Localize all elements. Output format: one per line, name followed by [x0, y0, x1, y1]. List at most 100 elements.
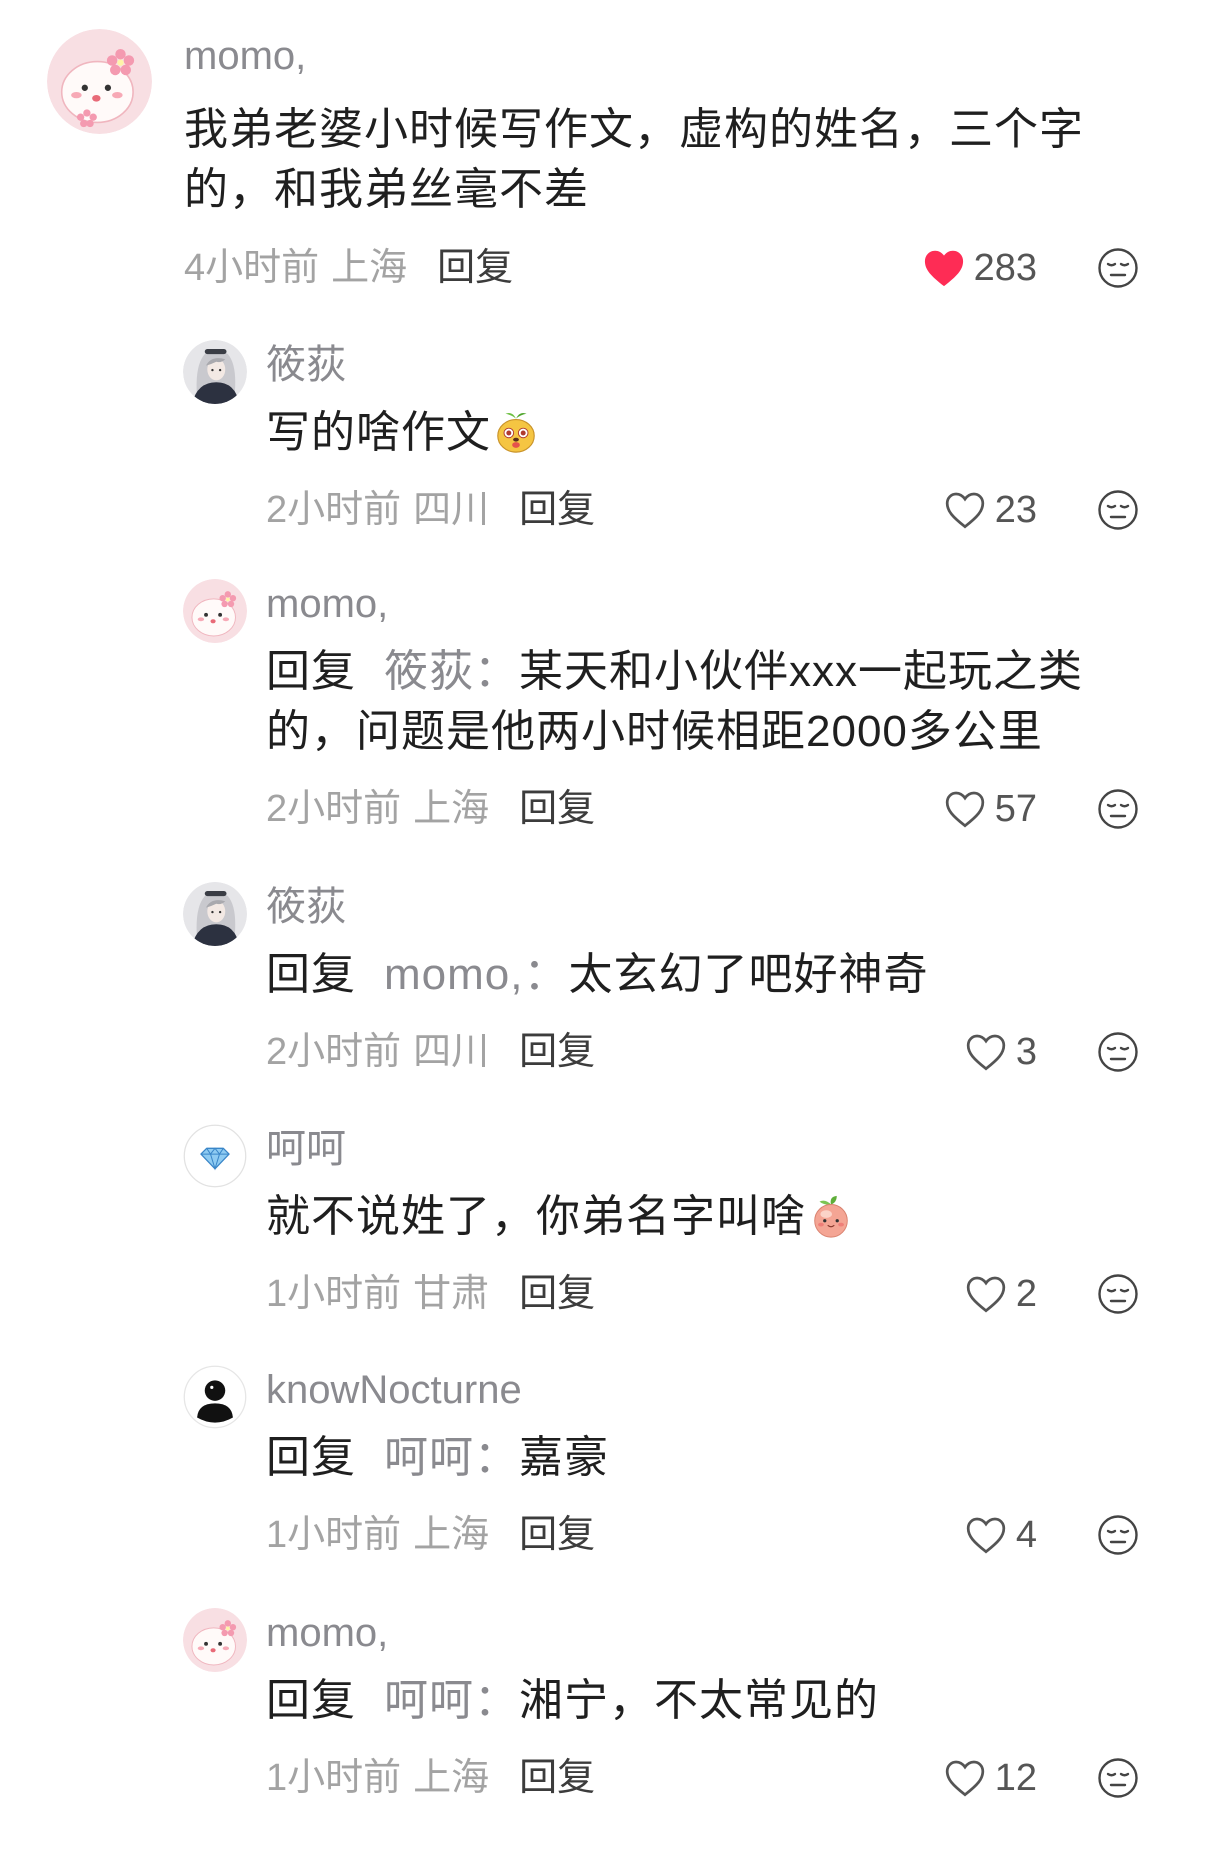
comment-time: 2小时前	[266, 1031, 402, 1073]
meh-face-icon[interactable]	[1097, 1757, 1139, 1799]
meh-face-icon[interactable]	[1097, 247, 1139, 289]
comment-text: 就不说姓了，你弟名字叫啥	[266, 1187, 1105, 1247]
like-count: 12	[994, 1757, 1037, 1799]
comment-text: 回复 呵呵：湘宁，不太常见的	[266, 1671, 1105, 1731]
like-button[interactable]: 283	[922, 243, 1037, 293]
comment-body: 嘉豪	[519, 1433, 609, 1482]
comment: 筱荻 写的啥作文 2小时前 四川 回复 23	[0, 340, 1223, 535]
comment: 筱荻 回复 momo,：太玄幻了吧好神奇 2小时前 四川 回复 3	[0, 882, 1223, 1077]
like-button[interactable]: 4	[964, 1510, 1037, 1560]
comment-location: 上海	[331, 247, 408, 289]
comment: knowNocturne 回复 呵呵：嘉豪 1小时前 上海 回复 4	[0, 1365, 1223, 1560]
heart-outline-icon[interactable]	[943, 1758, 987, 1798]
avatar-anime-girl[interactable]	[183, 882, 247, 946]
meh-face-icon[interactable]	[1097, 1273, 1139, 1315]
comment-text: 回复 筱荻：某天和小伙伴xxx一起玩之类的，问题是他两小时候相距2000多公里	[266, 642, 1105, 762]
comment-time: 1小时前	[266, 1273, 402, 1315]
comment-body: 写的啥作文	[266, 408, 491, 457]
comment-body: 就不说姓了，你弟名字叫啥	[266, 1192, 806, 1241]
avatar-pink-cartoon[interactable]	[183, 1608, 247, 1672]
meh-face-icon[interactable]	[1097, 1514, 1139, 1556]
comment-meta: 2小时前 上海 回复 57	[266, 784, 1223, 834]
like-count: 2	[1015, 1273, 1037, 1315]
like-button[interactable]: 23	[943, 485, 1037, 535]
avatar-default-person[interactable]	[183, 1365, 247, 1429]
comment-meta: 2小时前 四川 回复 23	[266, 485, 1223, 535]
comment: momo, 我弟老婆小时候写作文，虚构的姓名，三个字的，和我弟丝毫不差 4小时前…	[0, 29, 1223, 293]
like-count: 283	[973, 247, 1037, 289]
heart-filled-icon[interactable]	[922, 248, 966, 288]
comment-location: 四川	[413, 489, 490, 531]
reply-button[interactable]: 回复	[519, 1757, 595, 1799]
comment-author[interactable]: momo,	[184, 31, 1105, 81]
comment-meta: 4小时前 上海 回复 283	[184, 243, 1223, 293]
reply-prefix: 回复	[266, 1433, 356, 1482]
avatar-pink-cartoon[interactable]	[47, 29, 152, 134]
like-count: 57	[994, 788, 1037, 830]
meh-face-icon[interactable]	[1097, 788, 1139, 830]
comment-body: 我弟老婆小时候写作文，虚构的姓名，三个字的，和我弟丝毫不差	[184, 105, 1084, 214]
comment-time: 4小时前	[184, 247, 320, 289]
avatar-pink-cartoon[interactable]	[183, 579, 247, 643]
comment-meta: 1小时前 上海 回复 4	[266, 1510, 1223, 1560]
like-button[interactable]: 3	[964, 1027, 1037, 1077]
comment-text: 回复 呵呵：嘉豪	[266, 1428, 1105, 1488]
comment: momo, 回复 筱荻：某天和小伙伴xxx一起玩之类的，问题是他两小时候相距200…	[0, 579, 1223, 834]
comment-text: 回复 momo,：太玄幻了吧好神奇	[266, 945, 1105, 1005]
comment-body: 湘宁，不太常见的	[519, 1676, 879, 1725]
reply-to-user[interactable]: momo,：	[384, 950, 568, 999]
avatar-diamond[interactable]	[183, 1124, 247, 1188]
comment-author[interactable]: 筱荻	[266, 882, 1105, 932]
like-button[interactable]: 2	[964, 1269, 1037, 1319]
reply-prefix: 回复	[266, 647, 356, 696]
comment-time: 1小时前	[266, 1757, 402, 1799]
meh-face-icon[interactable]	[1097, 1031, 1139, 1073]
comment-location: 上海	[413, 788, 490, 830]
avatar-anime-girl[interactable]	[183, 340, 247, 404]
comment-meta: 2小时前 四川 回复 3	[266, 1027, 1223, 1077]
comment-time: 1小时前	[266, 1514, 402, 1556]
comment-text: 写的啥作文	[266, 403, 1105, 463]
reply-to-user[interactable]: 筱荻：	[384, 647, 519, 696]
comment-time: 2小时前	[266, 489, 402, 531]
reply-to-user[interactable]: 呵呵：	[384, 1676, 519, 1725]
comment-meta: 1小时前 甘肃 回复 2	[266, 1269, 1223, 1319]
comment-author[interactable]: 筱荻	[266, 340, 1105, 390]
comment-location: 四川	[413, 1031, 490, 1073]
comment-time: 2小时前	[266, 788, 402, 830]
comment-author[interactable]: momo,	[266, 579, 1105, 629]
comment-author[interactable]: knowNocturne	[266, 1365, 1105, 1415]
comment-body: 太玄幻了吧好神奇	[568, 950, 929, 999]
like-count: 3	[1015, 1031, 1037, 1073]
like-count: 4	[1015, 1514, 1037, 1556]
puppy-emoji-icon	[493, 409, 539, 455]
reply-button[interactable]: 回复	[519, 1031, 595, 1073]
heart-outline-icon[interactable]	[964, 1515, 1008, 1555]
reply-button[interactable]: 回复	[519, 788, 595, 830]
comment-location: 上海	[413, 1757, 490, 1799]
like-button[interactable]: 57	[943, 784, 1037, 834]
comment-author[interactable]: 呵呵	[266, 1124, 1105, 1174]
reply-button[interactable]: 回复	[519, 489, 595, 531]
comment-location: 上海	[413, 1514, 490, 1556]
reply-button[interactable]: 回复	[519, 1514, 595, 1556]
heart-outline-icon[interactable]	[943, 789, 987, 829]
comment-author[interactable]: momo,	[266, 1608, 1105, 1658]
reply-to-user[interactable]: 呵呵：	[384, 1433, 519, 1482]
reply-button[interactable]: 回复	[437, 247, 513, 289]
reply-button[interactable]: 回复	[519, 1273, 595, 1315]
heart-outline-icon[interactable]	[943, 490, 987, 530]
reply-prefix: 回复	[266, 1676, 356, 1725]
heart-outline-icon[interactable]	[964, 1274, 1008, 1314]
heart-outline-icon[interactable]	[964, 1032, 1008, 1072]
like-count: 23	[994, 489, 1037, 531]
comment: momo, 回复 呵呵：湘宁，不太常见的 1小时前 上海 回复 12	[0, 1608, 1223, 1803]
reply-prefix: 回复	[266, 950, 356, 999]
comment-meta: 1小时前 上海 回复 12	[266, 1753, 1223, 1803]
comment: 呵呵 就不说姓了，你弟名字叫啥 1小时前 甘肃 回复 2	[0, 1124, 1223, 1319]
like-button[interactable]: 12	[943, 1753, 1037, 1803]
comment-text: 我弟老婆小时候写作文，虚构的姓名，三个字的，和我弟丝毫不差	[184, 100, 1105, 220]
peach-emoji-icon	[808, 1193, 854, 1239]
meh-face-icon[interactable]	[1097, 489, 1139, 531]
comment-location: 甘肃	[413, 1273, 490, 1315]
